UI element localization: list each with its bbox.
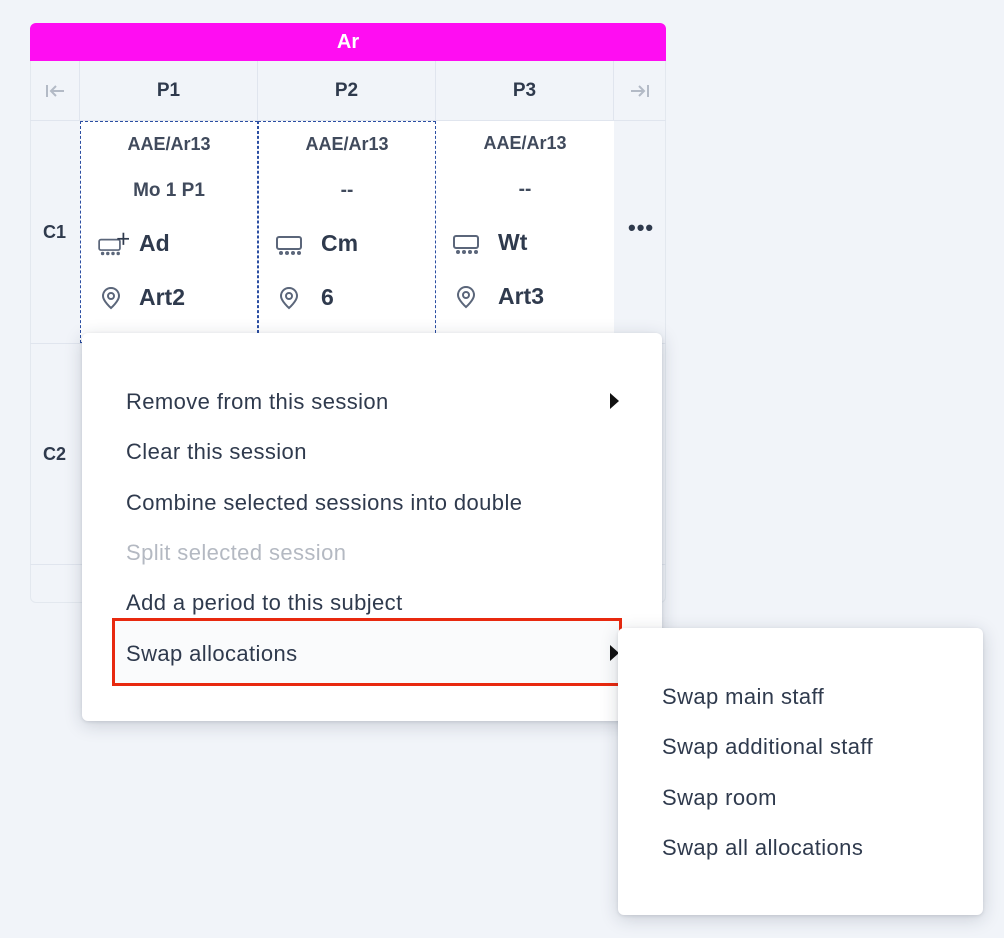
period-header-p3: P3 <box>436 61 614 121</box>
row-label-c2: C2 <box>42 443 66 464</box>
class-code: AAE/Ar13 <box>127 134 211 154</box>
staff-icon <box>453 234 479 254</box>
menu-item-combine-double[interactable]: Combine selected sessions into double <box>126 490 522 516</box>
session-slot: -- <box>340 180 354 201</box>
more-options-button[interactable]: ••• <box>628 215 654 241</box>
session-slot: -- <box>518 179 532 200</box>
submenu-item-swap-main-staff[interactable]: Swap main staff <box>662 684 824 710</box>
staff-add-icon <box>98 232 129 255</box>
menu-item-clear-session[interactable]: Clear this session <box>126 439 307 465</box>
session-cell[interactable]: AAE/Ar13 -- Cm 6 <box>258 121 436 343</box>
row-label-c1: C1 <box>42 221 66 242</box>
last-page-icon <box>631 84 649 97</box>
location-pin-icon <box>279 286 299 309</box>
session-slot: Mo 1 P1 <box>133 180 205 201</box>
room-code: Art2 <box>139 284 186 310</box>
menu-item-remove-from-session[interactable]: Remove from this session <box>126 389 389 415</box>
submenu-item-swap-additional-staff[interactable]: Swap additional staff <box>662 734 873 760</box>
menu-item-swap-allocations[interactable]: Swap allocations <box>126 641 298 667</box>
submenu-item-swap-room[interactable]: Swap room <box>662 785 777 811</box>
session-cell[interactable]: AAE/Ar13 Mo 1 P1 Ad Art2 <box>80 121 258 343</box>
menu-item-split-session: Split selected session <box>126 540 347 565</box>
swap-submenu: Swap main staff Swap additional staff Sw… <box>618 628 983 915</box>
class-code: AAE/Ar13 <box>483 133 567 153</box>
period-header-p2: P2 <box>258 61 436 121</box>
staff-code: Wt <box>498 229 528 255</box>
staff-code: Ad <box>139 230 170 256</box>
submenu-arrow-icon <box>610 393 619 409</box>
staff-icon <box>276 235 302 255</box>
period-header-p1: P1 <box>80 61 258 121</box>
staff-code: Cm <box>321 230 359 256</box>
first-page-button[interactable] <box>30 61 80 121</box>
class-code: AAE/Ar13 <box>305 134 389 154</box>
room-code: Art3 <box>498 283 545 309</box>
session-cell[interactable]: AAE/Ar13 -- Wt Art3 <box>436 121 614 343</box>
location-pin-icon <box>101 286 121 309</box>
submenu-item-swap-all[interactable]: Swap all allocations <box>662 835 863 861</box>
menu-item-add-period[interactable]: Add a period to this subject <box>126 590 403 616</box>
location-pin-icon <box>456 285 476 308</box>
room-code: 6 <box>321 284 334 310</box>
last-page-button[interactable] <box>614 61 666 121</box>
grid-title: Ar <box>30 23 666 61</box>
first-page-icon <box>45 84 64 97</box>
